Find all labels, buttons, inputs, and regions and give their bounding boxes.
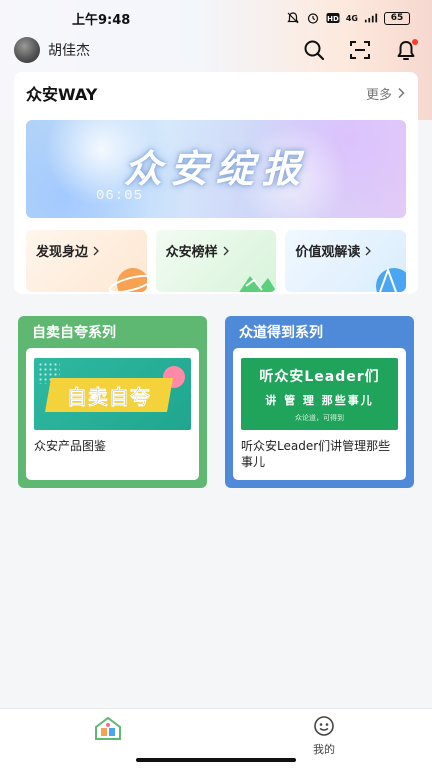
- series-title: 众道得到系列: [239, 325, 323, 341]
- series-caption: 众安产品图鉴: [34, 439, 107, 453]
- notification-badge: [412, 39, 418, 45]
- quick-link-role-model[interactable]: 众安榜样: [155, 230, 277, 292]
- scan-button[interactable]: [348, 38, 372, 62]
- news-banner[interactable]: 众安绽报 06:05: [26, 120, 406, 218]
- status-icons: HD 4G 65: [286, 11, 410, 25]
- battery-indicator: 65: [384, 11, 410, 25]
- hd-icon: HD: [326, 11, 340, 25]
- chevron-right-icon: [365, 246, 372, 255]
- avatar[interactable]: [14, 37, 40, 63]
- home-icon: [95, 716, 121, 740]
- banner-subtitle: 06:05: [96, 188, 144, 204]
- thumbnail-text: 听众安Leader们: [259, 369, 380, 385]
- quick-link-values[interactable]: 价值观解读: [285, 230, 407, 292]
- series-thumbnail: 自卖自夸: [34, 358, 191, 430]
- signal-icon: [364, 11, 378, 25]
- smiley-icon: [314, 716, 334, 736]
- chevron-right-icon: [398, 87, 405, 99]
- tab-label: 我的: [313, 743, 335, 756]
- more-link[interactable]: 更多: [366, 84, 406, 103]
- mute-bell-icon: [286, 11, 300, 25]
- book-icon: [376, 267, 407, 292]
- chevron-right-icon: [93, 246, 99, 255]
- series-card-zhongdao[interactable]: 众道得到系列 听众安Leader们 讲 管 理 那些事儿 众论道，可得到 听众安…: [225, 316, 414, 488]
- username: 胡佳杰: [48, 43, 90, 59]
- search-icon: [304, 40, 325, 61]
- notification-button[interactable]: [394, 38, 418, 62]
- series-content: 自卖自夸 众安产品图鉴: [26, 348, 199, 480]
- search-button[interactable]: [302, 38, 326, 62]
- series-title: 自卖自夸系列: [32, 325, 116, 341]
- thumbnail-text: 自卖自夸: [67, 384, 152, 409]
- series-caption: 听众安Leader们讲管理那些事儿: [241, 439, 391, 469]
- status-time: 上午9:48: [72, 12, 131, 28]
- scan-icon: [350, 41, 370, 59]
- mountain-icon: [239, 276, 277, 292]
- way-header: 众安WAY 更多: [26, 82, 406, 104]
- alarm-icon: [306, 11, 320, 25]
- svg-text:HD: HD: [327, 15, 339, 23]
- network-label: 4G: [345, 13, 358, 23]
- more-label: 更多: [365, 87, 392, 103]
- way-title: 众安WAY: [26, 85, 98, 104]
- quick-link-discover[interactable]: 发现身边: [26, 230, 147, 292]
- thumbnail-banner: 自卖自夸: [45, 378, 173, 412]
- series-thumbnail: 听众安Leader们 讲 管 理 那些事儿 众论道，可得到: [241, 358, 398, 430]
- chevron-right-icon: [223, 246, 229, 255]
- quick-links: 发现身边 众安榜样 价值观解读: [26, 230, 407, 292]
- planet-icon: [108, 268, 147, 292]
- status-bar: 上午9:48 HD 4G 65: [0, 0, 432, 36]
- banner-title: 众安绽报: [123, 146, 308, 191]
- thumbnail-text: 众论道，可得到: [295, 414, 344, 422]
- header: 胡佳杰: [0, 36, 432, 64]
- quick-link-text: 发现身边: [36, 245, 89, 260]
- header-actions: [302, 38, 418, 62]
- quick-link-text: 众安榜样: [165, 245, 218, 260]
- quick-link-text: 价值观解读: [295, 245, 361, 260]
- way-card: 众安WAY 更多 众安绽报 06:05 发现身边 众安榜样 价值观解读: [14, 72, 418, 294]
- series-card-zimaizikua[interactable]: 自卖自夸系列 自卖自夸 众安产品图鉴: [18, 316, 207, 488]
- thumbnail-text: 讲 管 理 那些事儿: [265, 394, 374, 407]
- series-content: 听众安Leader们 讲 管 理 那些事儿 众论道，可得到 听众安Leader们…: [233, 348, 406, 480]
- home-indicator[interactable]: [136, 758, 296, 762]
